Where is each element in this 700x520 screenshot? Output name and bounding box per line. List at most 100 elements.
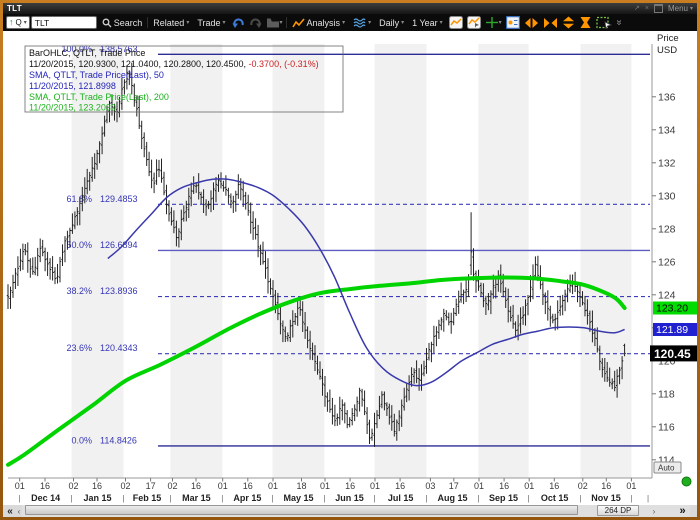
expand-vertical-button[interactable] xyxy=(561,16,576,29)
menu-button[interactable]: Menu ▾ xyxy=(668,4,693,13)
month-separator: | xyxy=(19,494,21,503)
price-tick-label: 126 xyxy=(658,256,676,268)
scroll-right-button[interactable]: › xyxy=(651,505,657,517)
legend-line-1: BarOHLC, QTLT, Trade Price xyxy=(29,48,145,58)
month-separator: | xyxy=(271,494,273,503)
folder-icon xyxy=(266,18,279,28)
scroll-far-right-button[interactable]: » xyxy=(674,505,691,517)
time-scrollbar: « ‹ 264 DP › » xyxy=(3,505,697,517)
period-button[interactable]: Daily ▾ xyxy=(376,16,407,29)
expand-horizontal-button[interactable] xyxy=(523,16,540,29)
price-badges: 123.20 121.89 120.45 xyxy=(650,301,697,362)
datapoint-count-badge[interactable]: 264 DP xyxy=(597,505,639,516)
zigzag-icon xyxy=(291,17,305,27)
month-separator: | xyxy=(221,494,223,503)
waves-button[interactable]: ▾ xyxy=(350,16,374,29)
trade-button[interactable]: Trade ▾ xyxy=(194,16,228,29)
symbol-input[interactable]: TLT xyxy=(30,16,97,29)
day-tick-label: 16 xyxy=(601,481,611,491)
month-label: May 15 xyxy=(283,493,313,503)
fib-pct-label: 38.2% xyxy=(66,286,92,296)
scrollbar-thumb[interactable] xyxy=(25,505,578,515)
fib-pct-label: 61.8% xyxy=(66,194,92,204)
compress-horizontal-icon xyxy=(543,17,557,28)
fib-price-label: 123.8936 xyxy=(100,286,138,296)
day-tick-label: 16 xyxy=(92,481,102,491)
redo-icon xyxy=(249,18,262,28)
scroll-far-left-button[interactable]: « xyxy=(4,505,16,517)
quote-board-button[interactable] xyxy=(505,16,521,29)
redo-button[interactable] xyxy=(248,16,263,29)
day-tick-label: 18 xyxy=(296,481,306,491)
legend-line-3: SMA, QTLT, Trade Price(Last), 50 xyxy=(29,70,164,80)
month-separator: | xyxy=(528,494,530,503)
day-tick-label: 02 xyxy=(167,481,177,491)
quote-type-selector[interactable]: ↑ Q ▾ xyxy=(6,16,30,29)
chart-pointer-icon xyxy=(466,16,481,29)
time-compress-button[interactable] xyxy=(578,16,593,29)
month-separator: | xyxy=(647,494,649,503)
month-separator: | xyxy=(425,494,427,503)
chevron-down-icon: ▾ xyxy=(401,19,405,26)
range-button[interactable]: 1 Year ▾ xyxy=(409,16,446,29)
menu-label: Menu xyxy=(667,4,688,13)
price-tick-label: 124 xyxy=(658,289,676,301)
price-tick-label: 118 xyxy=(658,388,675,400)
month-separator: | xyxy=(122,494,124,503)
chevron-down-icon: ▾ xyxy=(279,19,283,26)
crosshair-button[interactable]: ▾ xyxy=(484,16,503,29)
price-tick-label: 134 xyxy=(658,124,676,136)
price-tick-label: 136 xyxy=(658,91,676,103)
day-tick-label: 16 xyxy=(40,481,50,491)
month-separator: | xyxy=(323,494,325,503)
chevron-down-icon: ▾ xyxy=(689,5,693,12)
line-chart-mode-button[interactable] xyxy=(448,16,464,29)
day-tick-label: 02 xyxy=(578,481,588,491)
window-icon[interactable] xyxy=(653,4,663,13)
close-icon[interactable]: × xyxy=(645,5,649,12)
legend-line-5: SMA, QTLT, Trade Price(Last), 200 xyxy=(29,92,169,102)
compress-horizontal-button[interactable] xyxy=(542,16,559,29)
day-tick-label: 01 xyxy=(218,481,228,491)
chevron-down-icon: ▾ xyxy=(186,19,190,26)
analysis-button[interactable]: Analysis ▾ xyxy=(289,16,349,29)
day-tick-label: 16 xyxy=(549,481,559,491)
popout-icon[interactable]: ↗ xyxy=(634,5,640,12)
chevron-down-icon: ▾ xyxy=(368,19,372,26)
scrollbar-track[interactable] xyxy=(22,505,690,517)
month-label: Nov 15 xyxy=(591,493,621,503)
month-label: Feb 15 xyxy=(133,493,162,503)
day-tick-label: 16 xyxy=(243,481,253,491)
search-icon xyxy=(102,18,112,27)
month-label: Dec 14 xyxy=(31,493,60,503)
month-separator: | xyxy=(71,494,73,503)
day-tick-label: 01 xyxy=(15,481,25,491)
expand-vertical-icon xyxy=(562,16,574,29)
undo-button[interactable] xyxy=(231,16,246,29)
month-label: Jun 15 xyxy=(335,493,364,503)
pointer-chart-mode-button[interactable] xyxy=(466,16,482,29)
month-separator: | xyxy=(169,494,171,503)
month-label: Sep 15 xyxy=(489,493,518,503)
fib-price-label: 114.8426 xyxy=(100,435,137,445)
svg-text:120.45: 120.45 xyxy=(654,347,691,361)
related-button[interactable]: Related ▾ xyxy=(150,16,192,29)
time-axis: 01 16 02 16 02 17 02 16 01 16 01 18 01 16 01 16 03 17 01 16… xyxy=(8,477,652,503)
month-label: Jul 15 xyxy=(388,493,414,503)
month-label: Jan 15 xyxy=(83,493,111,503)
collapse-toolbar-button[interactable]: » xyxy=(613,16,624,29)
fib-pct-label: 23.6% xyxy=(66,343,92,353)
day-tick-label: 17 xyxy=(449,481,459,491)
price-chart[interactable]: 100.0% 138.576361.8% 129.485350.0% 126.6894… xyxy=(3,31,697,517)
fibonacci-levels: 100.0% 138.576361.8% 129.485350.0% 126.6894… xyxy=(61,44,650,447)
month-separator: | xyxy=(630,494,632,503)
month-label: Mar 15 xyxy=(182,493,211,503)
zoom-select-button[interactable] xyxy=(595,16,613,29)
hourglass-icon xyxy=(580,17,591,28)
header-mask xyxy=(3,31,697,44)
month-bands xyxy=(71,44,632,478)
search-button[interactable]: Search xyxy=(99,16,146,29)
open-folder-button[interactable]: ▾ xyxy=(265,16,284,29)
axis-label-price: Price xyxy=(657,33,679,44)
month-separator: | xyxy=(477,494,479,503)
